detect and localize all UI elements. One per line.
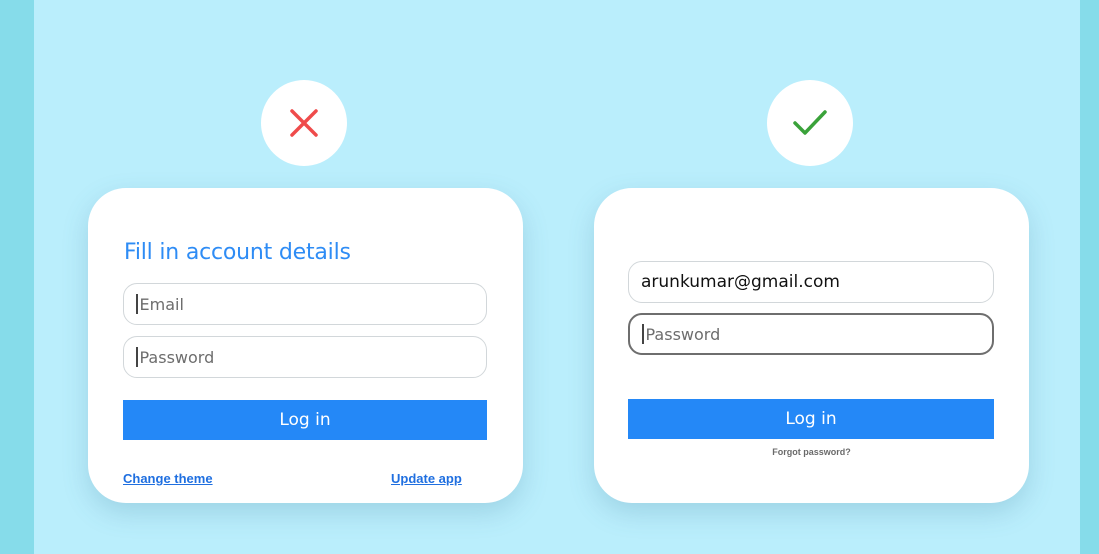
password-placeholder: Password — [645, 324, 721, 344]
forgot-password-link[interactable]: Forgot password? — [594, 447, 1029, 457]
check-mark-icon — [793, 110, 827, 135]
update-app-link[interactable]: Update app — [391, 471, 462, 486]
text-caret — [136, 347, 138, 367]
password-field[interactable]: Password — [628, 313, 994, 355]
card-title: Fill in account details — [124, 240, 351, 265]
login-button[interactable]: Log in — [628, 399, 994, 439]
email-field[interactable]: arunkumar@gmail.com — [628, 261, 994, 303]
email-field[interactable]: Email — [123, 283, 487, 325]
good-login-card: arunkumar@gmail.com Password Log in Forg… — [594, 188, 1029, 503]
password-field[interactable]: Password — [123, 336, 487, 378]
comparison-panel: Fill in account details Email Password L… — [34, 0, 1080, 554]
bad-example-badge — [261, 80, 347, 166]
password-placeholder: Password — [139, 347, 215, 367]
login-button[interactable]: Log in — [123, 400, 487, 440]
text-caret — [136, 294, 138, 314]
text-caret — [642, 324, 644, 344]
bad-login-card: Fill in account details Email Password L… — [88, 188, 523, 503]
email-value: arunkumar@gmail.com — [641, 272, 840, 292]
email-placeholder: Email — [139, 294, 184, 314]
good-example-badge — [767, 80, 853, 166]
change-theme-link[interactable]: Change theme — [123, 471, 213, 486]
x-mark-icon — [290, 109, 318, 137]
